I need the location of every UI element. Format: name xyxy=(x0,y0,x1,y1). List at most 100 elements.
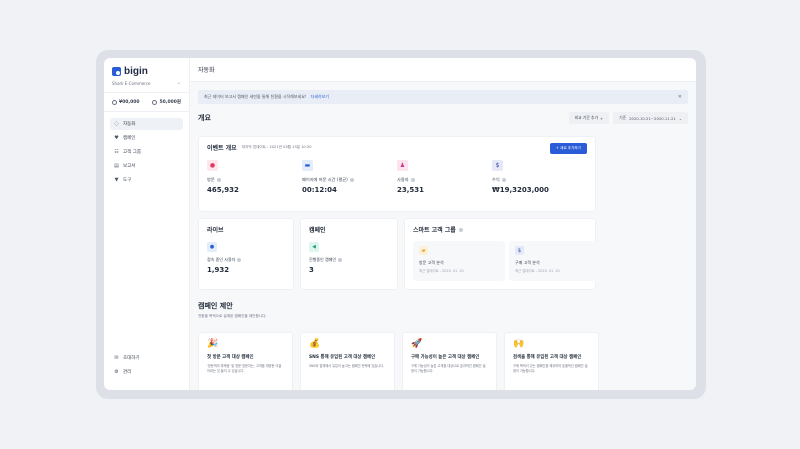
info-banner: 최근 데이터 보고서 캠페인 세만을 통해 친환을 시작해보세요! 자세히보기 … xyxy=(198,90,688,104)
group-item[interactable]: $ 구매 고객 분석 최근 업데이트 : 2020. 01. 20 xyxy=(509,241,601,281)
date-range-value: 2020.10.21~2020.11.21 xyxy=(629,115,676,121)
sidebar-item-report[interactable]: ▤ 보고서 xyxy=(110,160,183,172)
sidebar-item-tools[interactable]: ▼ 도구 xyxy=(110,174,183,186)
party-icon: 🎉 xyxy=(207,339,219,349)
suggestion-title: 첫 방문 고객 대상 캠페인 xyxy=(207,355,254,360)
metric-label: 방문 xyxy=(207,177,302,183)
campaign-suggestion-card[interactable]: 💰 SNS 통해 유입된 고객 대상 캠페인 SNS와 접채에서 유입이 높고는… xyxy=(300,332,395,390)
add-new-button[interactable]: + 새로 추가하기 xyxy=(549,143,587,154)
sidebar-item-label: 캠페인 xyxy=(123,136,136,141)
logo-text: bigin xyxy=(124,66,148,77)
metric-users: ♟ 사용자 23,531 xyxy=(397,160,492,194)
help-icon[interactable] xyxy=(349,178,354,182)
campaign-suggest-title: 캠페인 제안 xyxy=(198,302,233,310)
last-updated: 마지막 업데이트 : 2021년 03월 13일 10:30 xyxy=(241,145,312,149)
metric-label: 수익 xyxy=(492,177,587,183)
suggestion-title: SNS 통해 유입된 고객 대상 캠페인 xyxy=(309,355,376,360)
metrics-row: ● 방문 465,932 ▬ 페이지에 머문 시간 (평균) 00:12:04 … xyxy=(207,160,587,194)
page-title: 자동화 xyxy=(198,67,215,74)
settings-icon: ⚙ xyxy=(114,369,119,375)
sidebar-item-label: 관리 xyxy=(123,370,132,375)
campaign-suggestion-card[interactable]: 🎉 첫 방문 고객 대상 캠페인 '방문객의 마케팅' 및 방문 방문자는, 고… xyxy=(198,332,293,390)
money-bag-icon: $ xyxy=(492,160,503,171)
sidebar-item-label: 초대하기 xyxy=(123,356,140,361)
suggestion-title: 구매 가능성이 높은 고객 대상 캠페인 xyxy=(411,355,480,360)
campaign-value: 3 xyxy=(309,266,314,274)
overview-header: 개요 비교 기간 추가 + 기준 2020.10.21~2020.11.21 ⌄ xyxy=(198,112,688,124)
metric-value: 465,932 xyxy=(207,186,239,194)
money-bag-icon: 💰 xyxy=(309,339,321,349)
sidebar-item-label: 도구 xyxy=(123,178,132,183)
invite-icon: ✉ xyxy=(114,355,119,361)
divider xyxy=(104,92,189,93)
group-name: 방문 고객 분석 xyxy=(419,260,444,265)
sidebar-nav: ◌ 자동화 ♥ 캠페인 ☷ 고객 그룹 ▤ 보고서 ▼ 도구 xyxy=(110,118,183,186)
group-item[interactable]: ▰ 방문 고객 분석 최근 업데이트 : 2020. 01. 20 xyxy=(413,241,505,281)
smart-group-title: 스마트 고객 그룹 xyxy=(413,225,587,234)
rocket-icon: 🚀 xyxy=(411,339,423,349)
sidebar-bottom: ✉ 초대하기 ⚙ 관리 xyxy=(110,352,183,380)
compare-period-button[interactable]: 비교 기간 추가 + xyxy=(568,112,610,124)
suggestion-desc: SNS와 접채에서 유입이 높고는 캠페인 전략에 있습니다. xyxy=(309,364,385,369)
banner-link[interactable]: 자세히보기 xyxy=(311,94,329,100)
window-icon: ▬ xyxy=(302,160,313,171)
date-range-picker[interactable]: 기준 2020.10.21~2020.11.21 ⌄ xyxy=(613,112,688,124)
metric-label: 사용자 xyxy=(397,177,492,183)
credit-balance[interactable]: ¥00,000 xyxy=(112,99,140,105)
page-header: 자동화 xyxy=(190,58,696,82)
group-date: 최근 업데이트 : 2020. 01. 20 xyxy=(515,269,560,273)
sidebar-item-customer-group[interactable]: ☷ 고객 그룹 xyxy=(110,146,183,158)
logo[interactable]: bigin xyxy=(110,66,183,77)
close-icon[interactable]: ✕ xyxy=(678,94,682,100)
megaphone-icon: ◀ xyxy=(309,242,319,252)
live-user-icon: ● xyxy=(207,242,217,252)
sidebar-item-label: 보고서 xyxy=(123,164,136,169)
credit-value: 50,000원 xyxy=(159,100,181,105)
live-card[interactable]: 라이브 ● 접속 중인 사용자 1,932 xyxy=(198,218,294,290)
help-icon[interactable] xyxy=(458,227,463,232)
sidebar-item-settings[interactable]: ⚙ 관리 xyxy=(110,366,183,378)
campaign-suggestion-card[interactable]: 🙌 검색을 통해 유입된 고객 대상 캠페인 구매 목적이 있는 캠페인을 제공… xyxy=(504,332,599,390)
event-header: 이벤트 개요 마지막 업데이트 : 2021년 03월 13일 10:30 xyxy=(207,143,587,152)
sidebar-item-invite[interactable]: ✉ 초대하기 xyxy=(110,352,183,364)
help-icon[interactable] xyxy=(237,258,242,262)
brand-switcher[interactable]: Shark E-Commerce ⌄ xyxy=(110,80,183,86)
campaign-suggestion-card[interactable]: 🚀 구매 가능성이 높은 고객 대상 캠페인 구매 가능성이 높은 고객을 대상… xyxy=(402,332,497,390)
smart-group-card: 스마트 고객 그룹 ▰ 방문 고객 분석 최근 업데이트 : 2020. 01.… xyxy=(404,218,601,290)
help-icon[interactable] xyxy=(216,178,221,182)
add-new-label: + 새로 추가하기 xyxy=(555,146,581,150)
logo-mark-icon xyxy=(112,67,121,76)
help-icon[interactable] xyxy=(338,258,343,262)
suggestion-title: 검색을 통해 유입된 고객 대상 캠페인 xyxy=(513,355,582,360)
sidebar-item-label: 고객 그룹 xyxy=(123,150,141,155)
suggestion-desc: '방문객의 마케팅' 및 방문 방문자는, 고객을 재방문 이끌어내는 것 들이… xyxy=(207,364,282,373)
event-title: 이벤트 개요 xyxy=(207,145,237,152)
sidebar: bigin Shark E-Commerce ⌄ ¥00,000 50,000원… xyxy=(104,58,190,390)
metric-revenue: $ 수익 ₩19,3203,000 xyxy=(492,160,587,194)
sidebar-item-automation[interactable]: ◌ 자동화 xyxy=(110,118,183,130)
campaign-card[interactable]: 캠페인 ◀ 진행중인 캠페인 3 xyxy=(300,218,398,290)
sidebar-item-campaign[interactable]: ♥ 캠페인 xyxy=(110,132,183,144)
coin-icon xyxy=(112,99,117,105)
overview-controls: 비교 기간 추가 + 기준 2020.10.21~2020.11.21 ⌄ xyxy=(568,112,688,124)
credits: ¥00,000 50,000원 xyxy=(110,99,183,105)
live-value: 1,932 xyxy=(207,266,230,274)
help-icon[interactable] xyxy=(501,178,506,182)
event-overview-card: 이벤트 개요 마지막 업데이트 : 2021년 03월 13일 10:30 + … xyxy=(198,136,596,212)
suggestion-desc: 구매 목적이 있는 캠페인을 제공하여 효율적인 캠페인 설정이 가능합니다. xyxy=(513,364,588,373)
campaign-suggest-subtitle: 전환을 목적으로 설계된 캠페인을 제안합니다. xyxy=(198,314,267,318)
help-icon[interactable] xyxy=(410,178,415,182)
credit-balance[interactable]: 50,000원 xyxy=(152,99,181,105)
user-icon: ♟ xyxy=(397,160,408,171)
metric-label: 페이지에 머문 시간 (평균) xyxy=(302,177,397,183)
group-date: 최근 업데이트 : 2020. 01. 20 xyxy=(419,269,464,273)
sidebar-item-label: 자동화 xyxy=(123,122,136,127)
chevron-down-icon: ⌄ xyxy=(678,115,682,121)
automation-icon: ◌ xyxy=(114,121,119,127)
people-icon: ☷ xyxy=(114,149,119,155)
metric-avg-time: ▬ 페이지에 머문 시간 (평균) 00:12:04 xyxy=(302,160,397,194)
overview-title: 개요 xyxy=(198,114,211,122)
metric-visits: ● 방문 465,932 xyxy=(207,160,302,194)
report-icon: ▤ xyxy=(114,163,119,169)
metric-value: 23,531 xyxy=(397,186,425,194)
